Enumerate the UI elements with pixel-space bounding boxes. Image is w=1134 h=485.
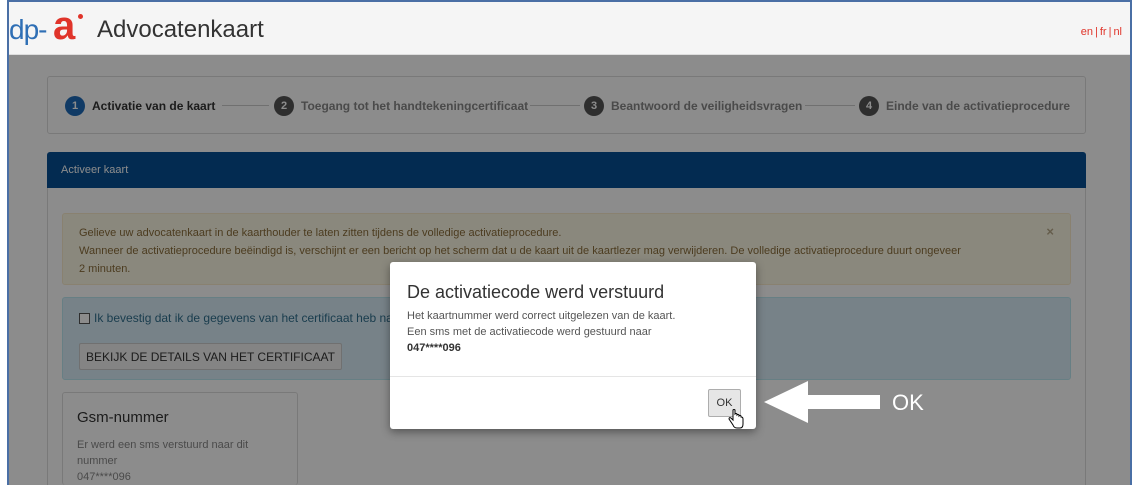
modal-divider [390,376,756,377]
lang-fr[interactable]: fr [1100,26,1107,38]
logo-a: a [53,4,76,48]
modal-title: De activatiecode werd verstuurd [407,282,665,302]
logo-dot [78,14,83,19]
arrow-left-icon [764,381,880,423]
lang-en[interactable]: en [1081,26,1093,38]
modal-line-2: Een sms met de activatiecode werd gestuu… [407,326,652,338]
activation-modal: De activatiecode werd verstuurd Het kaar… [390,262,756,429]
modal-line-1: Het kaartnummer werd correct uitgelezen … [407,310,676,322]
annotation-ok-label: OK [892,390,924,415]
modal-body: Het kaartnummer werd correct uitgelezen … [407,308,675,356]
lang-nl[interactable]: nl [1113,26,1122,38]
language-switcher: en | fr | nl [1080,26,1122,38]
modal-phone-number: 047****096 [407,342,461,354]
logo-dp: dp- [9,14,47,45]
app-title: Advocatenkaart [97,16,264,43]
hand-cursor-icon [728,409,744,429]
